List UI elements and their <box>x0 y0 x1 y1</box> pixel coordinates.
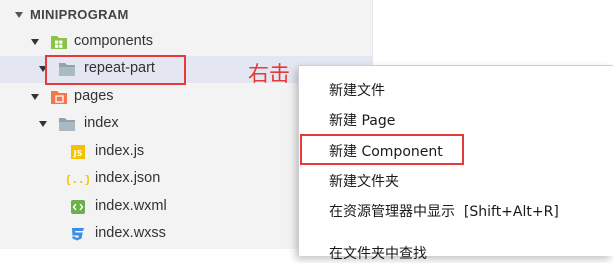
tree-item-label: index.js <box>95 143 145 159</box>
tree-item-label: pages <box>74 88 114 104</box>
explorer-section-header[interactable]: MINIPROGRAM <box>0 0 372 30</box>
menu-item-find-in-folder[interactable]: 在文件夹中查找 <box>329 243 427 263</box>
pages-folder-icon <box>51 91 67 104</box>
menu-item-reveal-in-explorer[interactable]: 在资源管理器中显示 [Shift+Alt+R] <box>329 201 559 221</box>
tree-item-label: components <box>74 33 153 49</box>
wxml-file-icon <box>71 200 85 214</box>
caret-down-icon <box>15 12 23 18</box>
tree-item-label: index.json <box>95 170 161 186</box>
tree-item-label: index.wxss <box>95 225 166 241</box>
annotation-right-click-text: 右击 <box>248 62 290 86</box>
svg-text:JS: JS <box>73 149 83 158</box>
caret-down-icon <box>39 121 47 127</box>
folder-icon <box>59 118 75 131</box>
menu-item-new-file[interactable]: 新建文件 <box>329 80 385 100</box>
wxss-file-icon <box>72 228 84 241</box>
tree-item-label: index.wxml <box>95 198 167 214</box>
caret-down-icon <box>31 94 39 100</box>
menu-item-new-page[interactable]: 新建 Page <box>329 110 395 130</box>
tree-item-components[interactable]: components <box>0 29 372 56</box>
json-file-icon: {..} <box>67 173 89 186</box>
js-file-icon: JS <box>71 145 85 159</box>
annotation-menu-highlight-box <box>300 134 464 165</box>
svg-text:{..}: {..} <box>67 173 89 186</box>
components-folder-icon <box>51 36 67 49</box>
tree-item-label: index <box>84 115 119 131</box>
annotation-highlight-box <box>45 55 186 85</box>
caret-down-icon <box>31 39 39 45</box>
menu-item-new-folder[interactable]: 新建文件夹 <box>329 171 399 191</box>
section-title: MINIPROGRAM <box>30 7 129 22</box>
